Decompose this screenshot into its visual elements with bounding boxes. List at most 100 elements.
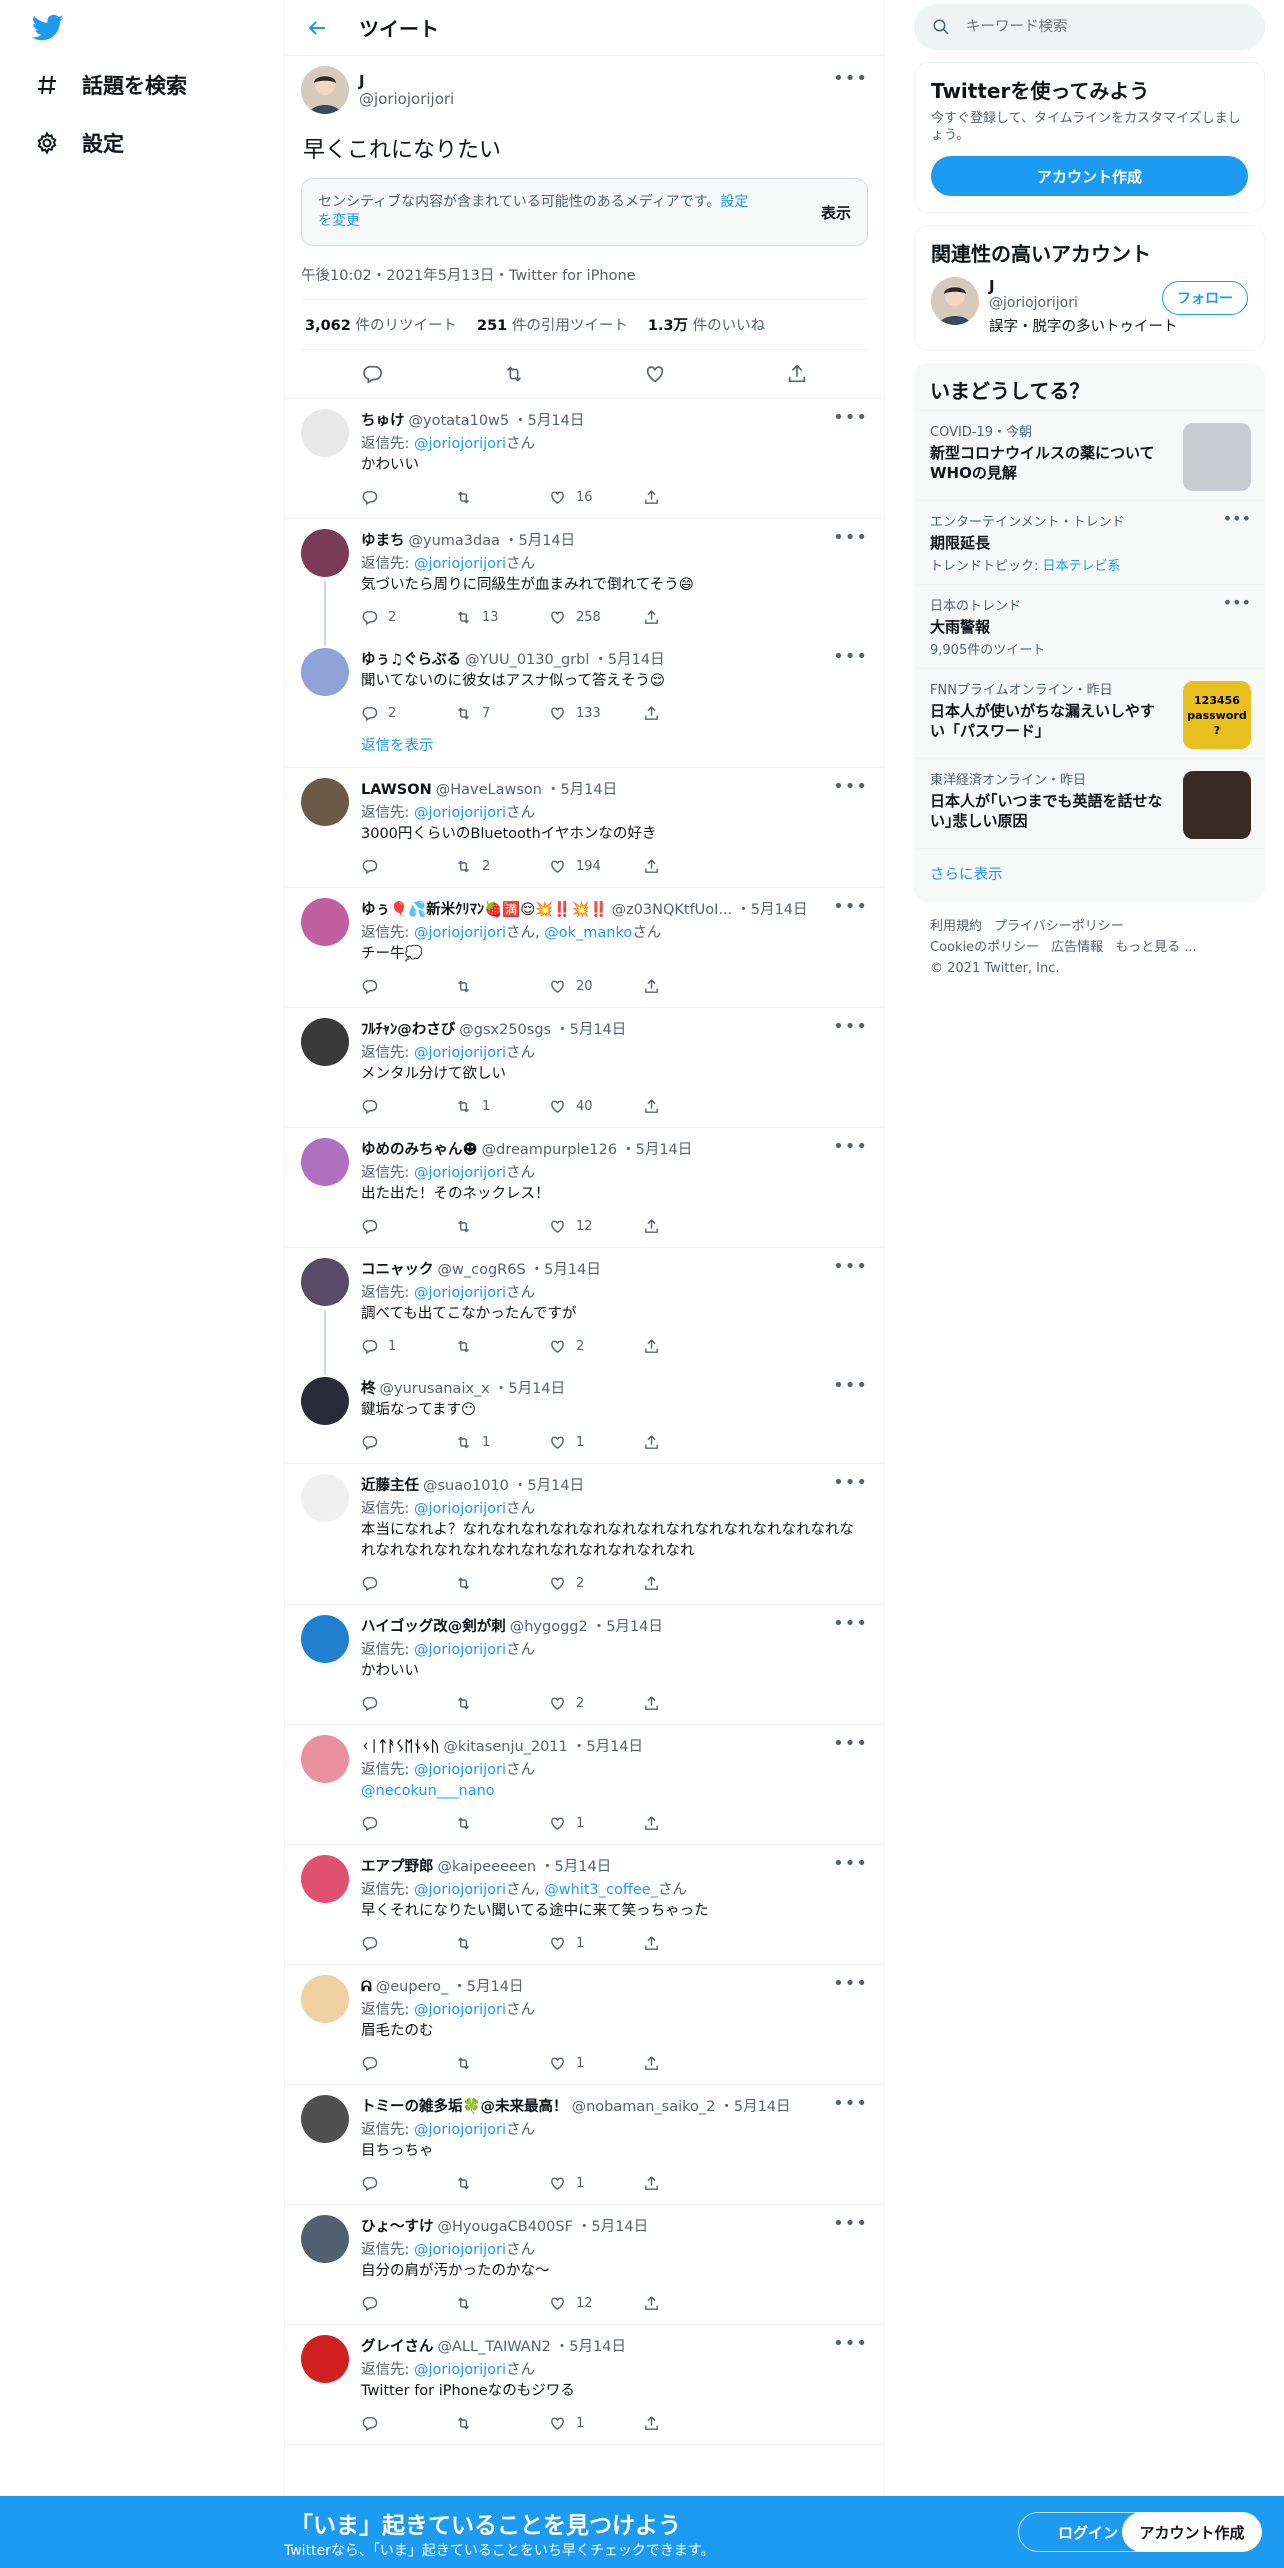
show-media-button[interactable]: 表示: [821, 202, 851, 223]
reply-author-name[interactable]: ゆぅ🎈💦新米ｸﾘﾏﾝ🍓🈵😌💥‼️💥‼️: [361, 898, 608, 919]
like-icon[interactable]: 2: [549, 1338, 643, 1355]
more-icon[interactable]: •••: [833, 527, 868, 548]
share-icon[interactable]: [643, 2415, 660, 2432]
avatar[interactable]: [301, 1735, 349, 1783]
retweet-icon[interactable]: [455, 2415, 549, 2432]
mention-link[interactable]: @joriojorijori: [414, 556, 506, 572]
reply-date[interactable]: ・5月14日: [572, 1735, 643, 1756]
avatar[interactable]: [931, 277, 979, 325]
reply-author-handle[interactable]: @nobaman_saiko_2: [572, 2099, 716, 2115]
share-icon[interactable]: [643, 1935, 660, 1952]
follow-button[interactable]: フォロー: [1162, 281, 1248, 315]
reply-tweet[interactable]: ゆまち @yuma3daa ・5月14日 返信先: @joriojorijoriさん気…: [285, 519, 884, 638]
retweet-icon[interactable]: [455, 1815, 549, 1832]
reply-tweet[interactable]: 柊 @yurusanaix_x ・5月14日 鍵垢なってます😶 1 1 •••: [285, 1367, 884, 1464]
avatar[interactable]: [301, 1474, 349, 1522]
reply-author-name[interactable]: ゆめのみちゃん☻: [361, 1138, 478, 1159]
reply-author-handle[interactable]: @hygogg2: [510, 1619, 588, 1635]
reply-author-name[interactable]: ゆまち: [361, 529, 405, 550]
settings-link[interactable]: 設定: [720, 194, 748, 210]
reply-icon[interactable]: [361, 1218, 455, 1235]
more-icon[interactable]: •••: [1223, 593, 1251, 612]
retweet-icon[interactable]: [455, 1695, 549, 1712]
more-icon[interactable]: •••: [833, 1973, 868, 1994]
reply-icon[interactable]: [361, 489, 455, 506]
reply-tweet[interactable]: ᕱ @eupero_ ・5月14日 返信先: @joriojorijoriさん 眉毛たの…: [285, 1965, 884, 2085]
avatar[interactable]: [301, 2335, 349, 2383]
reply-author-handle[interactable]: @ALL_TAIWAN2: [438, 2339, 551, 2355]
reply-tweet[interactable]: ゆぅ♫ぐらぶる @YUU_0130_grbl ・5月14日 聞いてないのに彼女はアスナ…: [285, 638, 884, 734]
reply-author-handle[interactable]: @eupero_: [376, 1979, 449, 1995]
reply-icon[interactable]: [361, 858, 455, 875]
reply-author-handle[interactable]: @yotata10w5: [409, 413, 510, 429]
footer-link[interactable]: 利用規約: [930, 919, 982, 934]
trend-item[interactable]: 東洋経済オンライン・昨日 日本人が｢いつまでも英語を話せない｣悲しい原因: [914, 758, 1265, 848]
reply-author-name[interactable]: グレイさん: [361, 2335, 434, 2356]
trend-item[interactable]: 日本のトレンド 大雨警報 9,905件のツイート •••: [914, 584, 1265, 668]
footer-link[interactable]: Cookieのポリシー: [930, 940, 1039, 955]
reply-author-handle[interactable]: @YUU_0130_grbl: [465, 652, 589, 668]
reply-author-name[interactable]: 近藤主任: [361, 1474, 419, 1495]
retweet-icon[interactable]: [455, 978, 549, 995]
reply-tweet[interactable]: ゆぅ🎈💦新米ｸﾘﾏﾝ🍓🈵😌💥‼️💥‼️ @z03NQKtfUoI... ・5月14日…: [285, 888, 884, 1008]
avatar[interactable]: [301, 409, 349, 457]
reply-tweet[interactable]: LAWSON @HaveLawson ・5月14日 返信先: @joriojorijo…: [285, 768, 884, 888]
mention-link[interactable]: @joriojorijori: [414, 925, 506, 941]
reply-icon[interactable]: [361, 1935, 455, 1952]
like-icon[interactable]: 1: [549, 1815, 643, 1832]
reply-author-name[interactable]: ちゅけ: [361, 409, 405, 430]
reply-tweet[interactable]: コニャック @w_cogR6S ・5月14日 返信先: @joriojorijoriさ…: [285, 1248, 884, 1367]
reply-date[interactable]: ・5月14日: [513, 409, 584, 430]
trend-item[interactable]: COVID-19・今朝 新型コロナウイルスの薬についてWHOの見解: [914, 410, 1265, 500]
reply-author-handle[interactable]: @suao1010: [423, 1478, 509, 1494]
settings-link-2[interactable]: を変更: [318, 213, 360, 229]
reply-tweet[interactable]: 近藤主任 @suao1010 ・5月14日 返信先: @joriojorijoriさん…: [285, 1464, 884, 1605]
mention-link[interactable]: @joriojorijori: [414, 805, 506, 821]
more-icon[interactable]: •••: [833, 1733, 868, 1754]
reply-author-name[interactable]: トミーの雑多垢🍀@未来最高！: [361, 2095, 568, 2116]
reply-author-handle[interactable]: @HyougaCB400SF: [438, 2219, 573, 2235]
avatar[interactable]: [301, 66, 349, 114]
avatar[interactable]: [301, 529, 349, 577]
related-account[interactable]: J @joriojorijori 誤字・脱字の多いトゥイート フォロー: [915, 273, 1264, 350]
reply-author-name[interactable]: エアプ野郎: [361, 1855, 434, 1876]
avatar[interactable]: [301, 1975, 349, 2023]
reply-date[interactable]: ・5月14日: [555, 2335, 626, 2356]
reply-author-handle[interactable]: @yuma3daa: [409, 533, 500, 549]
footer-link[interactable]: 広告情報: [1051, 940, 1103, 955]
like-icon[interactable]: 2: [549, 1575, 643, 1592]
like-count[interactable]: 1.3万 件のいいね: [648, 314, 765, 335]
reply-icon[interactable]: [361, 2415, 455, 2432]
mention-link[interactable]: @joriojorijori: [414, 2002, 506, 2018]
reply-author-handle[interactable]: @z03NQKtfUoI...: [612, 902, 733, 918]
reply-author-name[interactable]: LAWSON: [361, 782, 432, 798]
avatar[interactable]: [301, 778, 349, 826]
avatar[interactable]: [301, 1377, 349, 1425]
reply-author-name[interactable]: ᚲᛁᛏᚨᛊᛖᚾᛃᚢ: [361, 1739, 439, 1755]
retweet-icon[interactable]: [455, 1575, 549, 1592]
tweet-meta[interactable]: 午後10:02・2021年5月13日・Twitter for iPhone: [301, 264, 868, 300]
reply-date[interactable]: ・5月14日: [513, 1474, 584, 1495]
share-icon[interactable]: [786, 363, 808, 385]
share-icon[interactable]: [643, 2295, 660, 2312]
share-icon[interactable]: [643, 609, 660, 626]
reply-tweet[interactable]: ﾌﾙﾁｬﾝ@わさび @gsx250sgs ・5月14日 返信先: @joriojori…: [285, 1008, 884, 1128]
avatar[interactable]: [301, 2095, 349, 2143]
retweet-icon[interactable]: [455, 1935, 549, 1952]
share-icon[interactable]: [643, 1218, 660, 1235]
reply-icon[interactable]: [361, 1434, 455, 1451]
reply-author-handle[interactable]: @w_cogR6S: [438, 1262, 526, 1278]
create-account-button[interactable]: アカウント作成: [931, 156, 1248, 196]
share-icon[interactable]: [643, 1434, 660, 1451]
reply-tweet[interactable]: ひょ〜すけ @HyougaCB400SF ・5月14日 返信先: @joriojori…: [285, 2205, 884, 2325]
reply-author-name[interactable]: ひょ〜すけ: [361, 2215, 434, 2236]
reply-tweet[interactable]: ハイゴッグ改@剣が刺 @hygogg2 ・5月14日 返信先: @joriojorij…: [285, 1605, 884, 1725]
avatar[interactable]: [301, 898, 349, 946]
retweet-icon[interactable]: [455, 1218, 549, 1235]
mention-link[interactable]: @whit3_coffee_: [544, 1882, 658, 1898]
retweet-icon[interactable]: [455, 2295, 549, 2312]
more-icon[interactable]: •••: [833, 1613, 868, 1634]
like-icon[interactable]: 12: [549, 1218, 643, 1235]
reply-icon[interactable]: [361, 978, 455, 995]
like-icon[interactable]: 258: [549, 609, 643, 626]
